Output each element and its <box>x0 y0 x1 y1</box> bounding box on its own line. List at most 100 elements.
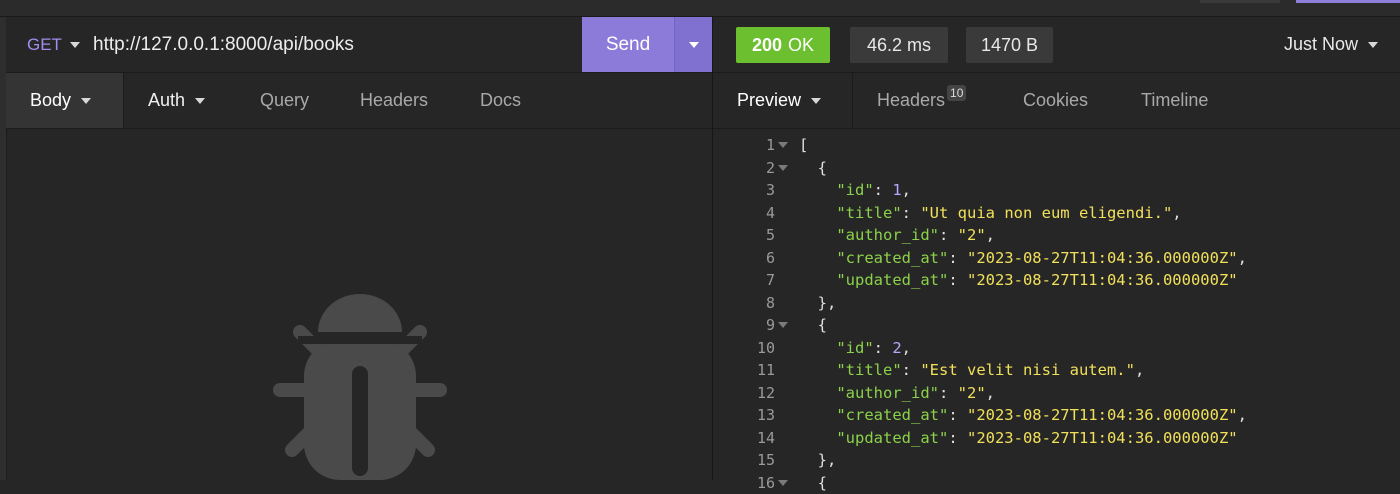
code-text: "title": "Ut quia non eum eligendi.", <box>799 202 1182 224</box>
headers-count-badge: 10 <box>947 84 967 101</box>
json-punct: [ <box>799 136 809 154</box>
json-punct: : <box>948 406 967 424</box>
line-number: 3 <box>765 181 775 199</box>
line-number: 4 <box>765 203 775 222</box>
code-text: [ <box>799 134 808 156</box>
tab-preview[interactable]: Preview <box>713 73 853 128</box>
chevron-down-icon <box>811 97 822 104</box>
chevron-down-icon <box>195 97 206 104</box>
json-punct: }, <box>817 451 837 469</box>
json-punct: , <box>1172 203 1182 222</box>
line-number: 7 <box>765 271 775 289</box>
json-key: "title" <box>836 203 902 222</box>
json-punct: : <box>873 338 893 357</box>
json-punct: }, <box>817 293 837 312</box>
json-punct: : <box>948 248 967 267</box>
request-tabs: Body Auth Query Headers Docs <box>6 73 712 129</box>
top-button-primary[interactable] <box>1296 0 1400 3</box>
json-punct: , <box>1237 406 1247 424</box>
json-punct: { <box>817 316 828 334</box>
line-number: 2 <box>765 158 775 177</box>
json-punct: , <box>985 226 995 244</box>
json-punct: : <box>948 271 967 289</box>
tab-cookies[interactable]: Cookies <box>1023 73 1088 128</box>
line-number: 15 <box>756 451 775 469</box>
line-number: 8 <box>765 293 775 312</box>
fold-toggle-icon[interactable] <box>778 479 788 486</box>
line-number: 5 <box>765 226 775 244</box>
line-number: 6 <box>765 248 775 267</box>
json-key: "title" <box>836 361 902 379</box>
json-punct: { <box>817 473 828 492</box>
json-punct: , <box>1134 361 1145 379</box>
code-text: "updated_at": "2023-08-27T11:04:36.00000… <box>799 427 1238 449</box>
code-text: "author_id": "2", <box>799 382 995 404</box>
json-punct: , <box>985 383 995 402</box>
url-bar: GET http://127.0.0.1:8000/api/books Send <box>6 17 713 73</box>
status-code: 200 <box>751 34 783 55</box>
tab-preview-label: Preview <box>737 90 802 110</box>
tab-body[interactable]: Body <box>6 73 124 128</box>
json-punct: : <box>938 383 958 402</box>
fold-toggle-icon[interactable] <box>778 142 788 148</box>
chevron-down-icon <box>689 41 699 48</box>
chevron-down-icon <box>81 97 92 104</box>
history-dropdown[interactable]: Just Now <box>1284 17 1378 72</box>
url-input[interactable]: http://127.0.0.1:8000/api/books <box>93 17 354 72</box>
status-text: OK <box>788 34 815 55</box>
tab-auth[interactable]: Auth <box>148 73 206 128</box>
json-string: "Ut quia non eum eligendi." <box>920 203 1173 222</box>
line-number: 16 <box>756 473 775 492</box>
json-punct: , <box>1237 248 1247 267</box>
tab-body-label: Body <box>30 90 72 110</box>
line-number: 11 <box>756 361 775 379</box>
json-key: "created_at" <box>836 406 949 424</box>
code-text: "created_at": "2023-08-27T11:04:36.00000… <box>799 404 1247 426</box>
top-button-secondary[interactable] <box>1200 0 1280 3</box>
tab-timeline[interactable]: Timeline <box>1141 73 1208 128</box>
json-punct: : <box>901 361 921 379</box>
json-number: 2 <box>892 338 902 357</box>
tab-response-headers-label: Headers <box>877 90 946 110</box>
json-string: "Est velit nisi autem." <box>920 361 1135 379</box>
code-text: "id": 2, <box>799 337 911 359</box>
json-string: "2023-08-27T11:04:36.000000Z" <box>966 271 1238 289</box>
json-key: "id" <box>836 181 874 199</box>
response-time-badge: 46.2 ms <box>850 27 948 63</box>
code-text: { <box>799 157 827 179</box>
code-text: { <box>799 314 827 336</box>
json-key: "author_id" <box>836 226 939 244</box>
fold-toggle-icon[interactable] <box>778 164 788 171</box>
json-punct: : <box>873 181 893 199</box>
code-text: "updated_at": "2023-08-27T11:04:36.00000… <box>799 269 1238 291</box>
history-label: Just Now <box>1283 34 1358 54</box>
json-string: "2023-08-27T11:04:36.000000Z" <box>966 428 1238 447</box>
json-punct: , <box>901 338 912 357</box>
tab-query[interactable]: Query <box>260 73 309 128</box>
line-number: 10 <box>756 338 775 357</box>
tab-headers[interactable]: Headers <box>360 73 428 128</box>
method-selector[interactable]: GET <box>27 17 80 72</box>
send-options-button[interactable] <box>674 17 713 72</box>
line-number: 1 <box>765 136 775 154</box>
json-key: "created_at" <box>836 248 949 267</box>
json-key: "updated_at" <box>836 428 949 447</box>
json-key: "id" <box>836 338 874 357</box>
json-punct: : <box>938 226 958 244</box>
line-number: 9 <box>765 316 775 334</box>
code-text: }, <box>799 449 837 471</box>
chevron-down-icon <box>1368 41 1378 48</box>
status-badge: 200 OK <box>736 27 830 63</box>
send-button[interactable]: Send <box>582 17 674 72</box>
json-punct: : <box>901 203 921 222</box>
response-json-viewer[interactable]: 1 [2 {3 "id": 1, 4 "title": "Ut quia non e… <box>713 134 1400 492</box>
json-number: 1 <box>892 181 902 199</box>
method-label: GET <box>27 34 62 54</box>
json-punct: , <box>901 181 912 199</box>
tab-auth-label: Auth <box>148 90 186 110</box>
tab-docs[interactable]: Docs <box>480 73 521 128</box>
bug-icon <box>273 294 447 480</box>
tab-response-headers[interactable]: Headers 10 <box>877 73 974 128</box>
code-text: "title": "Est velit nisi autem.", <box>799 359 1144 381</box>
fold-toggle-icon[interactable] <box>778 322 788 328</box>
